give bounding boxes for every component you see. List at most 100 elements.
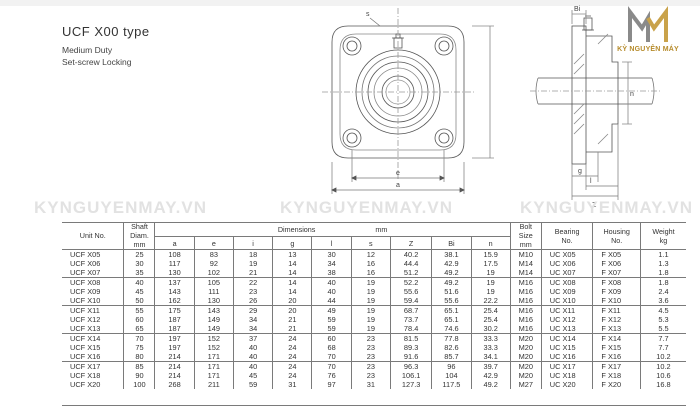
cell-dim-s: 31: [350, 380, 391, 389]
cell-dim-i: 40: [232, 352, 273, 362]
cell-dim-i: 23: [232, 287, 273, 296]
cell-dim-e: 111: [193, 287, 234, 296]
cell-bearing-no: UC X08: [540, 277, 593, 287]
cell-bolt-size: M16: [509, 287, 542, 296]
cell-weight: 1.8: [639, 277, 686, 287]
cell-dim-n: 30.2: [470, 324, 511, 334]
dim-label-n: n: [630, 91, 634, 98]
cell-dim-z: 44.4: [389, 259, 432, 268]
header-unit-no: Unit No.: [62, 222, 124, 250]
cell-dim-s: 12: [350, 249, 391, 259]
cell-bearing-no: UC X06: [540, 259, 593, 268]
cell-unit-no: UCF X06: [70, 259, 101, 268]
cell-dim-g: 24: [272, 352, 312, 362]
cell-weight: 1.3: [639, 259, 686, 268]
cell-unit-no: UCF X09: [70, 287, 101, 296]
table-row: UCF X06 30 117 92 19 14 34 16 44.4 42.9 17.5 M14 UC …: [62, 259, 686, 268]
cell-bolt-size: M16: [509, 315, 542, 324]
cell-bearing-no: UC X15: [540, 343, 593, 352]
catalog-page: UCF X00 type Medium Duty Set-screw Locki…: [0, 0, 700, 420]
table-row: UCF X11 55 175 143 29 20 49 19 68.7 65.1 25.4 M16 UC…: [62, 305, 686, 315]
cell-housing-no: F X13: [592, 324, 641, 334]
header-dim-a: a: [154, 236, 195, 250]
cell-housing-no: F X17: [592, 361, 641, 371]
cell-shaft-diam: 100: [123, 380, 155, 389]
cell-dim-i: 26: [232, 296, 273, 306]
table-row: UCF X07 35 130 102 21 14 38 16 51.2 49.2 19 M14 UC X…: [62, 268, 686, 278]
cell-dim-n: 19: [470, 268, 511, 278]
cell-dim-z: 81.5: [389, 333, 432, 343]
cell-dim-e: 152: [193, 333, 234, 343]
logo-text: KỲ NGUYÊN MÁY: [617, 46, 679, 53]
cell-dim-l: 60: [311, 333, 352, 343]
locking-label: Set-screw Locking: [62, 57, 132, 67]
cell-bearing-no: UC X12: [540, 315, 593, 324]
cell-dim-g: 13: [272, 249, 312, 259]
cell-dim-e: 149: [193, 315, 234, 324]
cell-dim-s: 23: [350, 371, 391, 380]
cell-dim-n: 39.7: [470, 361, 511, 371]
cell-housing-no: F X20: [592, 380, 641, 389]
cell-weight: 4.5: [639, 305, 686, 315]
cell-bolt-size: M16: [509, 277, 542, 287]
cell-dim-n: 49.2: [470, 380, 511, 389]
cell-dim-l: 49: [311, 305, 352, 315]
cell-unit-no: UCF X05: [70, 250, 101, 259]
cell-bearing-no: UC X18: [540, 371, 593, 380]
cell-dim-z: 96.3: [389, 361, 432, 371]
cell-dim-bi: 96: [431, 361, 472, 371]
cell-dim-l: 38: [311, 268, 352, 278]
cell-dim-i: 59: [232, 380, 273, 389]
cell-dim-z: 40.2: [389, 249, 432, 259]
table-row: UCF X12 60 187 149 34 21 59 19 73.7 65.1 25.4 M16 UC…: [62, 315, 686, 324]
bore: [381, 75, 415, 109]
cell-dim-a: 187: [154, 324, 195, 334]
cell-dim-s: 19: [350, 324, 391, 334]
cell-unit-no: UCF X20: [70, 380, 101, 389]
brand-logo: KỲ NGUYÊN MÁY: [600, 5, 696, 62]
header-dim-z: Z: [389, 236, 432, 250]
table-row: UCF X14 70 197 152 37 24 60 23 81.5 77.8 33.3 M20 UC…: [62, 333, 686, 343]
table-row: UCF X10 50 162 130 26 20 44 19 59.4 55.6 22.2 M16 UC…: [62, 296, 686, 306]
cell-dim-a: 214: [154, 371, 195, 380]
cell-dim-i: 34: [232, 315, 273, 324]
cell-dim-g: 14: [272, 268, 312, 278]
cell-dim-s: 19: [350, 315, 391, 324]
cell-housing-no: F X05: [592, 249, 641, 259]
cell-dim-bi: 85.7: [431, 352, 472, 362]
cell-dim-i: 37: [232, 333, 273, 343]
cell-unit-no: UCF X13: [70, 324, 101, 333]
cell-dim-e: 152: [193, 343, 234, 352]
cell-dim-l: 70: [311, 352, 352, 362]
header-dim-s: s: [350, 236, 391, 250]
cell-bolt-size: M16: [509, 296, 542, 306]
cell-dim-g: 21: [272, 315, 312, 324]
cell-bolt-size: M14: [509, 259, 542, 268]
cell-dim-a: 117: [154, 259, 195, 268]
cell-dim-bi: 77.8: [431, 333, 472, 343]
cell-bearing-no: UC X07: [540, 268, 593, 278]
cell-dim-a: 143: [154, 287, 195, 296]
cell-dim-e: 171: [193, 352, 234, 362]
cell-dim-e: 130: [193, 296, 234, 306]
cell-weight: 5.5: [639, 324, 686, 334]
cell-dim-z: 91.6: [389, 352, 432, 362]
cell-shaft-diam: 60: [123, 315, 155, 324]
bolt-hole: [434, 128, 454, 148]
cell-weight: 5.3: [639, 315, 686, 324]
cell-dim-bi: 65.1: [431, 305, 472, 315]
cell-dim-n: 33.3: [470, 333, 511, 343]
cell-dim-bi: 104: [431, 371, 472, 380]
cell-dim-z: 68.7: [389, 305, 432, 315]
cell-dim-a: 130: [154, 268, 195, 278]
cell-dim-bi: 42.9: [431, 259, 472, 268]
header-dim-l: l: [311, 236, 352, 250]
cell-dim-n: 25.4: [470, 305, 511, 315]
cell-dim-g: 14: [272, 287, 312, 296]
cell-dim-e: 211: [193, 380, 234, 389]
table-row: UCF X09 45 143 111 23 14 40 19 55.6 51.6 19 M16 UC X…: [62, 287, 686, 296]
cell-dim-s: 19: [350, 287, 391, 296]
header-weight: Weight kg: [639, 222, 686, 250]
spec-table: Unit No. Shaft Diam. mm Dimensions mm Bo…: [62, 222, 686, 389]
header-bearing-no: Bearing No.: [540, 222, 593, 250]
